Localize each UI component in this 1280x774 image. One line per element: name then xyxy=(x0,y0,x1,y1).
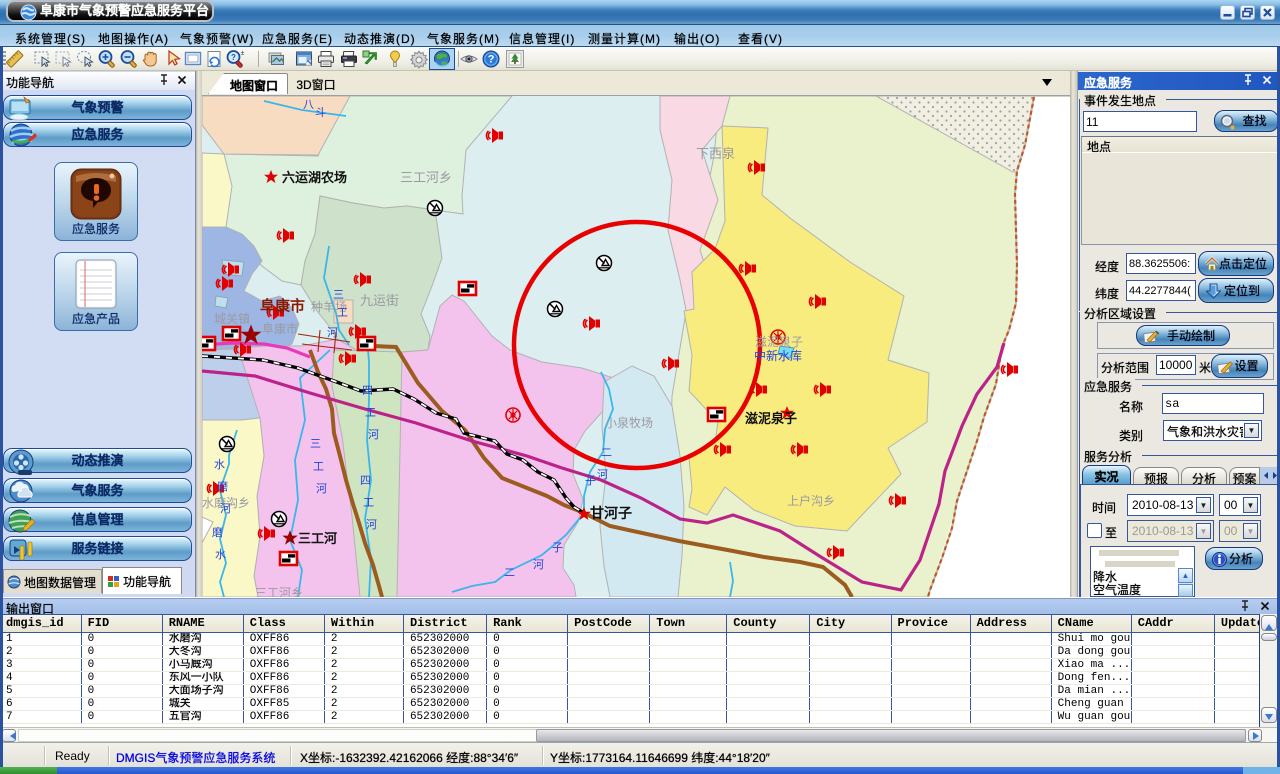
svg-text:工: 工 xyxy=(313,461,324,473)
svg-text:磨: 磨 xyxy=(217,480,228,493)
svg-text:滋泥泉子: 滋泥泉子 xyxy=(755,335,803,349)
svg-text:阜康市: 阜康市 xyxy=(262,321,298,336)
svg-text:上户沟乡: 上户沟乡 xyxy=(787,493,835,508)
svg-text:四: 四 xyxy=(362,385,373,397)
svg-text:三工河: 三工河 xyxy=(298,531,337,546)
svg-text:三工河乡: 三工河乡 xyxy=(400,170,452,185)
svg-text:河: 河 xyxy=(533,558,544,571)
svg-text:九运街: 九运街 xyxy=(360,293,399,308)
svg-text:工: 工 xyxy=(365,407,376,419)
svg-text:河: 河 xyxy=(316,482,327,495)
svg-text:子: 子 xyxy=(585,474,596,487)
svg-text:水: 水 xyxy=(214,458,225,471)
svg-text:?: ? xyxy=(488,54,495,66)
svg-text:三: 三 xyxy=(310,438,321,450)
svg-text:水: 水 xyxy=(215,548,226,561)
svg-text:六运湖农场: 六运湖农场 xyxy=(282,170,347,185)
svg-text:八: 八 xyxy=(303,99,314,111)
svg-text:工: 工 xyxy=(363,497,374,509)
svg-text:±: ± xyxy=(241,50,245,57)
svg-text:小泉牧场: 小泉牧场 xyxy=(605,416,653,430)
svg-text:子: 子 xyxy=(552,541,563,554)
svg-text:河: 河 xyxy=(327,326,338,339)
svg-text:三: 三 xyxy=(333,289,344,301)
svg-text:下西泉: 下西泉 xyxy=(696,146,735,161)
svg-text:河: 河 xyxy=(597,468,608,481)
svg-text:斗: 斗 xyxy=(315,106,326,119)
svg-text:磨: 磨 xyxy=(212,526,223,539)
svg-text:工: 工 xyxy=(337,307,348,319)
svg-text:河: 河 xyxy=(368,428,379,441)
svg-text:城关镇: 城关镇 xyxy=(214,312,250,326)
svg-text:二: 二 xyxy=(601,447,612,459)
svg-text:?: ? xyxy=(231,53,236,62)
svg-text:二: 二 xyxy=(504,567,515,579)
svg-text:河: 河 xyxy=(366,518,377,531)
svg-text:三工河乡: 三工河乡 xyxy=(255,586,303,597)
svg-text:四: 四 xyxy=(360,475,371,487)
svg-text:阜康市: 阜康市 xyxy=(260,297,305,315)
svg-text:中新水库: 中新水库 xyxy=(754,348,802,363)
svg-text:滋泥泉子: 滋泥泉子 xyxy=(745,411,797,426)
svg-text:甘河子: 甘河子 xyxy=(590,505,632,521)
svg-text:河: 河 xyxy=(220,502,231,515)
